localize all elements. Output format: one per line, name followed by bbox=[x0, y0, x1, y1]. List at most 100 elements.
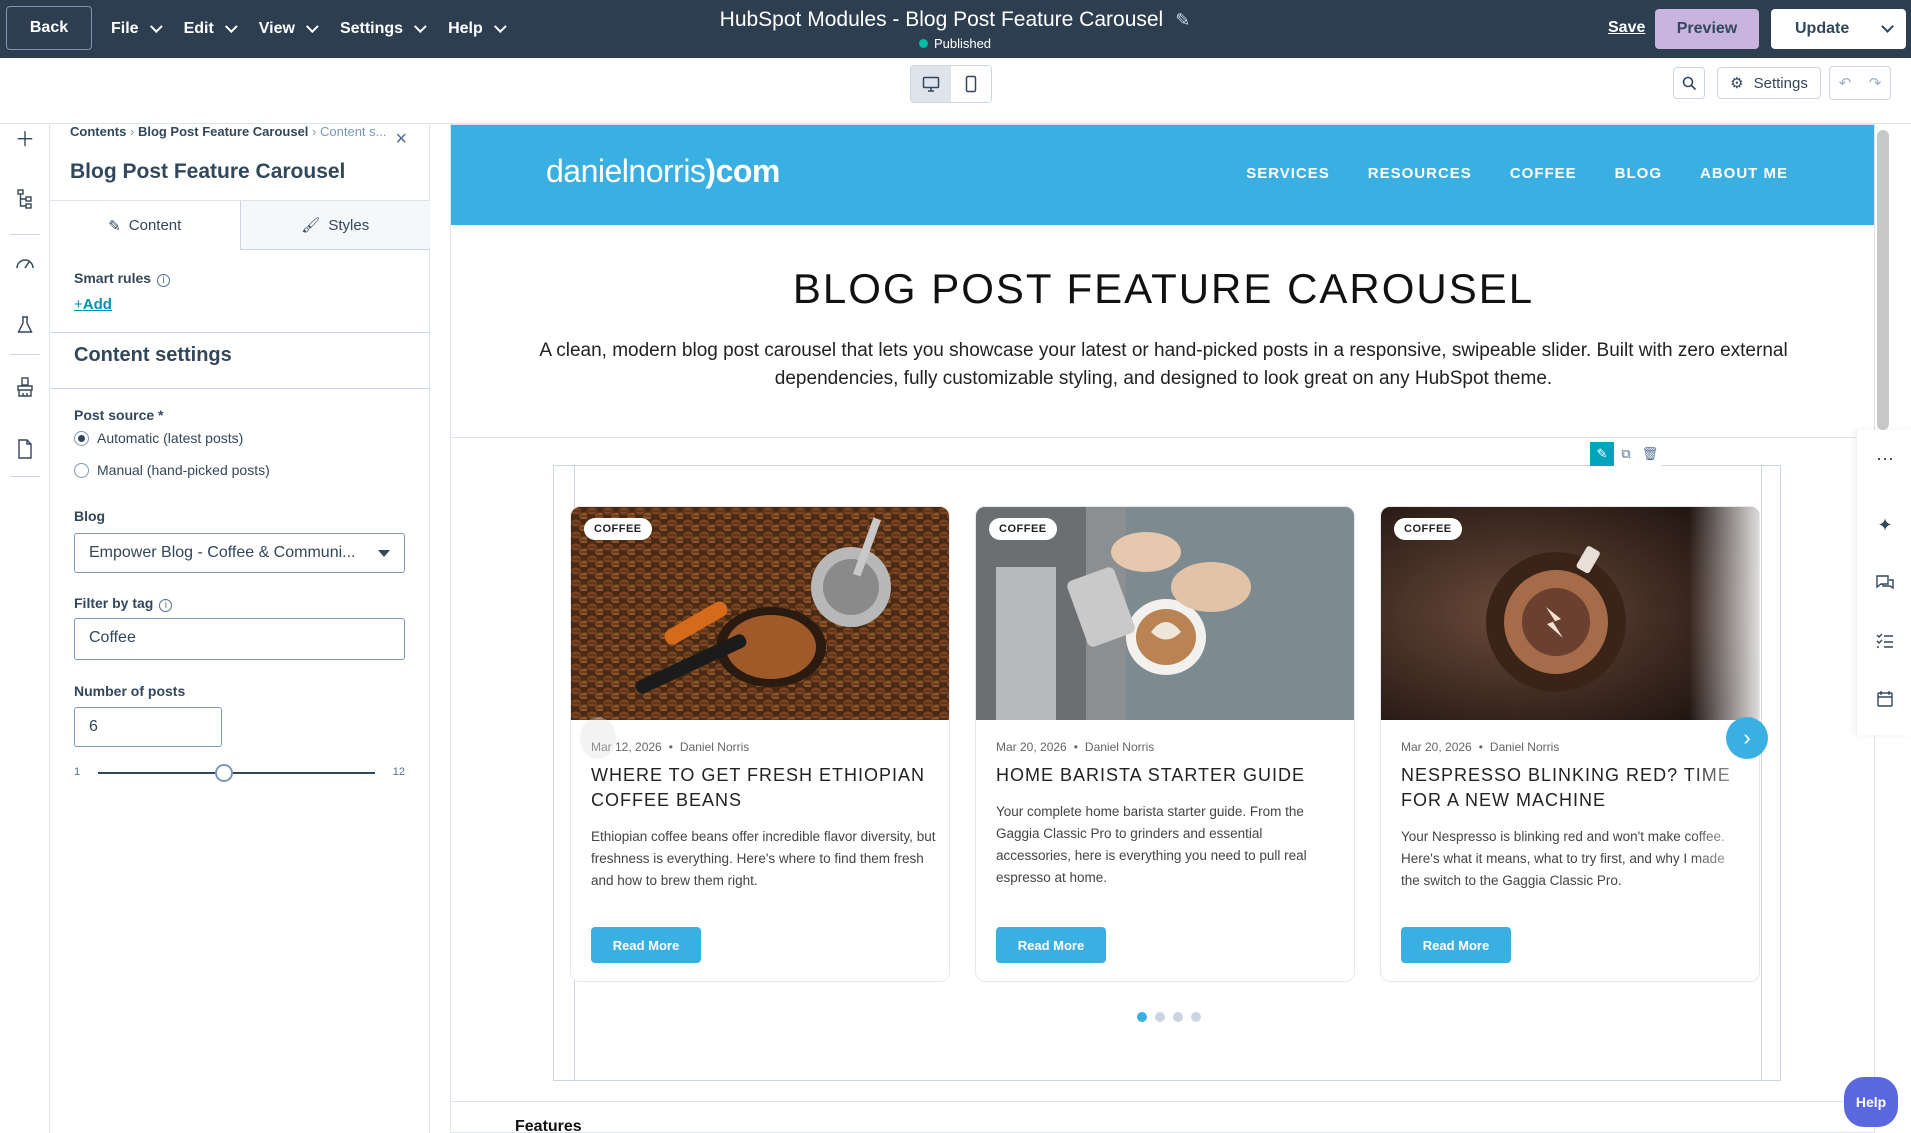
mobile-view-button[interactable] bbox=[951, 66, 991, 102]
nav-item-coffee[interactable]: COFFEE bbox=[1510, 165, 1577, 182]
undo-icon: ↶ bbox=[1838, 75, 1852, 92]
slider-track[interactable] bbox=[98, 772, 375, 774]
comments-icon[interactable] bbox=[1872, 570, 1898, 596]
menu-edit[interactable]: Edit bbox=[183, 19, 238, 38]
layers-tree-icon[interactable] bbox=[12, 186, 38, 212]
blog-select[interactable]: Empower Blog - Coffee & Communi... bbox=[74, 533, 405, 573]
back-button[interactable]: Back bbox=[6, 6, 92, 50]
chevron-down-icon bbox=[414, 19, 427, 33]
chevron-down-icon bbox=[224, 19, 238, 33]
read-more-button[interactable]: Read More bbox=[591, 927, 701, 963]
pencil-icon[interactable]: ✎ bbox=[1175, 10, 1190, 31]
hero-title: BLOG POST FEATURE CAROUSEL bbox=[792, 265, 1535, 312]
meta-separator: • bbox=[1478, 740, 1483, 754]
site-logo[interactable]: danielnorris)com bbox=[546, 153, 780, 190]
features-heading: Features bbox=[515, 1118, 582, 1133]
menu-file[interactable]: File bbox=[111, 19, 163, 38]
brush-icon[interactable] bbox=[12, 374, 38, 400]
nav-item-about-me[interactable]: ABOUT ME bbox=[1700, 165, 1788, 182]
breadcrumb-middle[interactable]: Blog Post Feature Carousel bbox=[138, 124, 308, 139]
settings-button-label: Settings bbox=[1753, 74, 1808, 92]
logo-sound-icon: ) bbox=[705, 153, 716, 189]
breadcrumb-root[interactable]: Contents bbox=[70, 124, 126, 139]
radio-manual[interactable]: Manual (hand-picked posts) bbox=[74, 462, 270, 478]
carousel-dot[interactable] bbox=[1173, 1012, 1183, 1022]
info-icon[interactable]: i bbox=[157, 274, 171, 287]
menu-view[interactable]: View bbox=[259, 19, 319, 38]
post-title[interactable]: WHERE TO GET FRESH ETHIOPIAN COFFEE BEAN… bbox=[591, 763, 936, 813]
hero-description: A clean, modern blog post carousel that … bbox=[539, 340, 1788, 389]
desktop-view-button[interactable] bbox=[911, 66, 951, 102]
tab-styles[interactable]: 🖌 Styles bbox=[240, 201, 430, 250]
section-divider bbox=[451, 437, 1874, 438]
nav-item-resources[interactable]: RESOURCES bbox=[1368, 165, 1472, 182]
previous-slide-button[interactable] bbox=[580, 717, 616, 759]
brush-icon: 🖌 bbox=[301, 217, 321, 234]
rail-divider bbox=[10, 234, 40, 235]
number-of-posts-input[interactable]: 6 bbox=[74, 707, 222, 747]
radio-automatic[interactable]: Automatic (latest posts) bbox=[74, 430, 243, 446]
document-title[interactable]: HubSpot Modules - Blog Post Feature Caro… bbox=[720, 8, 1164, 32]
editor-toolbar: ⚙ Settings ↶ ↷ bbox=[0, 58, 1911, 124]
preview-button[interactable]: Preview bbox=[1655, 9, 1759, 49]
menu-edit-label: Edit bbox=[183, 20, 214, 37]
nav-item-services[interactable]: SERVICES bbox=[1246, 165, 1330, 182]
edit-module-icon[interactable]: ✎ bbox=[1590, 442, 1614, 466]
speedometer-icon[interactable] bbox=[12, 250, 38, 276]
close-icon[interactable]: × bbox=[395, 128, 407, 151]
menu-help[interactable]: Help bbox=[448, 19, 507, 38]
breadcrumb-separator: › bbox=[312, 124, 317, 139]
carousel-dot[interactable] bbox=[1137, 1012, 1147, 1022]
menu-help-label: Help bbox=[448, 20, 483, 37]
radio-button-checked[interactable] bbox=[74, 430, 89, 446]
slider-thumb[interactable] bbox=[214, 764, 233, 782]
smart-rules-heading: Smart rules i bbox=[74, 270, 171, 287]
post-author: Daniel Norris bbox=[1084, 740, 1155, 754]
read-more-button[interactable]: Read More bbox=[996, 927, 1106, 963]
filter-by-tag-heading: Filter by tag i bbox=[74, 595, 173, 612]
chevron-down-icon[interactable] bbox=[1881, 20, 1894, 33]
menu-settings[interactable]: Settings bbox=[340, 19, 427, 38]
carousel-dot[interactable] bbox=[1155, 1012, 1165, 1022]
undo-button[interactable]: ↶ bbox=[1830, 67, 1860, 99]
checklist-icon[interactable] bbox=[1872, 628, 1898, 654]
post-date: Mar 20, 2026 bbox=[1401, 740, 1472, 754]
post-title[interactable]: HOME BARISTA STARTER GUIDE bbox=[996, 763, 1341, 788]
redo-button[interactable]: ↷ bbox=[1860, 67, 1890, 99]
device-toggle bbox=[910, 65, 992, 103]
radio-button-unchecked[interactable] bbox=[74, 462, 89, 478]
panel-title: Blog Post Feature Carousel bbox=[70, 160, 346, 183]
save-link[interactable]: Save bbox=[1608, 19, 1645, 37]
menu-bar: File Edit View Settings Help bbox=[111, 0, 528, 58]
more-dots-icon[interactable]: ⋯ bbox=[1872, 446, 1898, 472]
slider-max-label: 12 bbox=[392, 766, 405, 778]
help-button[interactable]: Help bbox=[1844, 1077, 1898, 1127]
preview-scrollbar[interactable] bbox=[1877, 130, 1889, 430]
add-smart-rule-link[interactable]: +Add bbox=[74, 296, 112, 313]
sparkle-icon[interactable]: ✦ bbox=[1872, 512, 1898, 538]
carousel-module[interactable]: ✎ ⧉ 🗑 COFFEE Mar 12, 2026 • Daniel Norri… bbox=[553, 442, 1781, 1081]
nav-item-blog[interactable]: BLOG bbox=[1615, 165, 1662, 182]
duplicate-icon[interactable]: ⧉ bbox=[1614, 442, 1638, 466]
search-button[interactable] bbox=[1673, 67, 1705, 99]
blog-card[interactable]: COFFEE Mar 20, 2026 • Daniel Norris HOME B… bbox=[975, 506, 1355, 982]
next-slide-button[interactable]: › bbox=[1726, 717, 1768, 759]
trash-icon[interactable]: 🗑 bbox=[1638, 442, 1662, 466]
read-more-button[interactable]: Read More bbox=[1401, 927, 1511, 963]
pencil-icon: ✎ bbox=[108, 217, 121, 235]
settings-button[interactable]: ⚙ Settings bbox=[1717, 67, 1821, 99]
info-icon[interactable]: i bbox=[159, 599, 173, 612]
add-icon[interactable]: ＋ bbox=[12, 124, 38, 151]
post-meta: Mar 20, 2026 • Daniel Norris bbox=[1401, 740, 1559, 754]
rail-divider bbox=[10, 354, 40, 355]
blog-card[interactable]: COFFEE Mar 20, 2026 • Daniel Norris NESPRE… bbox=[1380, 506, 1760, 982]
page-icon[interactable] bbox=[12, 436, 38, 462]
tab-content[interactable]: ✎ Content bbox=[50, 201, 241, 250]
blog-card[interactable]: COFFEE Mar 12, 2026 • Daniel Norris WHERE … bbox=[570, 506, 950, 982]
carousel-dot[interactable] bbox=[1191, 1012, 1201, 1022]
flask-icon[interactable] bbox=[12, 312, 38, 338]
update-button[interactable]: Update bbox=[1771, 9, 1906, 49]
number-of-posts-slider[interactable]: 1 12 bbox=[74, 762, 405, 782]
filter-tag-input[interactable]: Coffee bbox=[74, 618, 405, 660]
calendar-icon[interactable] bbox=[1872, 686, 1898, 712]
